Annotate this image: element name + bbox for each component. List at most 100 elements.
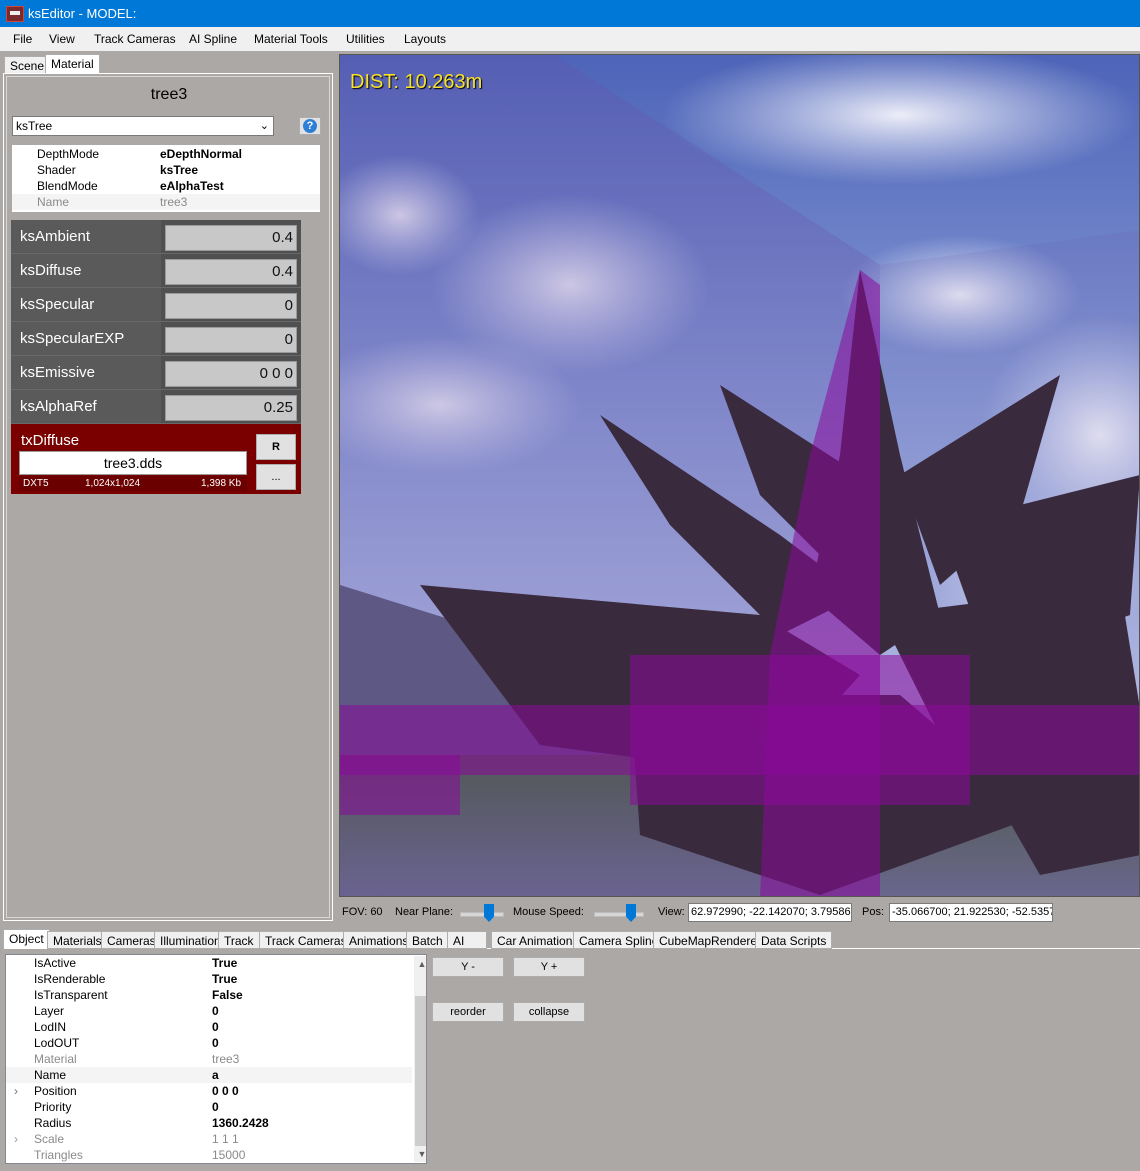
- prop-value: eAlphaTest: [160, 179, 224, 193]
- mouse-speed-label: Mouse Speed:: [513, 906, 584, 918]
- mouse-speed-slider-thumb[interactable]: [626, 904, 636, 922]
- collapse-button[interactable]: collapse: [513, 1002, 585, 1022]
- title-bar: ksEditor - MODEL:: [0, 0, 1140, 27]
- tab-car-animations[interactable]: Car Animations: [491, 931, 585, 949]
- near-plane-slider-thumb[interactable]: [484, 904, 494, 922]
- var-value-input[interactable]: 0: [165, 293, 297, 319]
- tab-materials[interactable]: Materials: [47, 931, 108, 949]
- var-value-input[interactable]: 0 0 0: [165, 361, 297, 387]
- var-row-ksalpharef: ksAlphaRef 0.25: [11, 390, 301, 424]
- tab-material[interactable]: Material: [45, 54, 100, 74]
- viewport-scene: [340, 55, 1139, 896]
- tab-data-scripts[interactable]: Data Scripts: [755, 931, 833, 949]
- window-title: ksEditor - MODEL:: [28, 6, 137, 21]
- menu-bar: File View Track Cameras AI Spline Materi…: [0, 27, 1140, 51]
- obj-row-priority[interactable]: Priority 0: [6, 1099, 412, 1115]
- scroll-down-icon[interactable]: ▼: [414, 1146, 426, 1162]
- texture-slot: txDiffuse tree3.dds DXT5 1,024x1,024 1,3…: [11, 424, 301, 494]
- prop-key: Shader: [37, 163, 76, 177]
- scrollbar-thumb[interactable]: [415, 996, 426, 1146]
- texture-browse-button[interactable]: ...: [256, 464, 296, 490]
- tab-illumination[interactable]: Illumination: [154, 931, 227, 949]
- texture-file-field[interactable]: tree3.dds: [19, 451, 247, 475]
- texture-bytes: 1,398 Kb: [201, 478, 242, 489]
- texture-info: DXT5 1,024x1,024 1,398 Kb: [19, 476, 247, 491]
- obj-row-triangles[interactable]: Triangles 15000: [6, 1147, 412, 1163]
- var-value-input[interactable]: 0.4: [165, 259, 297, 285]
- menu-view[interactable]: View: [49, 32, 75, 46]
- tab-object[interactable]: Object: [3, 929, 50, 949]
- tab-animations[interactable]: Animations: [343, 931, 415, 949]
- reorder-button[interactable]: reorder: [432, 1002, 504, 1022]
- menu-file[interactable]: File: [13, 32, 32, 46]
- prop-row-name[interactable]: Name tree3: [12, 194, 320, 210]
- material-name: tree3: [150, 86, 188, 103]
- pos-label: Pos:: [862, 906, 885, 918]
- obj-row-scale[interactable]: › Scale 1 1 1: [6, 1131, 412, 1147]
- texture-format: DXT5: [23, 478, 49, 489]
- menu-utilities[interactable]: Utilities: [346, 32, 385, 46]
- material-property-grid: DepthMode eDepthNormal Shader ksTree Ble…: [12, 145, 320, 212]
- tab-batch[interactable]: Batch: [406, 931, 449, 949]
- pos-field[interactable]: -35.066700; 21.922530; -52.5357: [889, 903, 1053, 922]
- tab-track-cameras[interactable]: Track Cameras: [259, 931, 353, 949]
- obj-row-material[interactable]: Material tree3: [6, 1051, 412, 1067]
- scroll-up-icon[interactable]: ▲: [414, 956, 426, 972]
- expand-chevron-icon[interactable]: ›: [14, 1131, 18, 1147]
- 3d-viewport[interactable]: DIST: 10.263m: [339, 54, 1140, 897]
- var-row-ksemissive: ksEmissive 0 0 0: [11, 356, 301, 390]
- shader-select-value: ksTree: [16, 119, 53, 133]
- mouse-speed-slider[interactable]: [594, 904, 644, 924]
- var-label: ksAlphaRef: [20, 398, 97, 415]
- y-minus-button[interactable]: Y -: [432, 957, 504, 977]
- view-field[interactable]: 62.972990; -22.142070; 3.795868: [688, 903, 852, 922]
- expand-chevron-icon[interactable]: ›: [14, 1083, 18, 1099]
- prop-key: BlendMode: [37, 179, 98, 193]
- obj-row-layer[interactable]: Layer 0: [6, 1003, 412, 1019]
- texture-size: 1,024x1,024: [85, 478, 141, 489]
- menu-track-cameras[interactable]: Track Cameras: [94, 32, 176, 46]
- obj-row-istransparent[interactable]: IsTransparent False: [6, 987, 412, 1003]
- menu-material-tools[interactable]: Material Tools: [254, 32, 328, 46]
- var-row-ksspecularexp: ksSpecularEXP 0: [11, 322, 301, 356]
- obj-row-isactive[interactable]: IsActive True: [6, 955, 412, 971]
- var-label: ksEmissive: [20, 364, 96, 381]
- var-value-input[interactable]: 0: [165, 327, 297, 353]
- var-row-ksambient: ksAmbient 0.4: [11, 220, 301, 254]
- object-grid-scrollbar[interactable]: ▲ ▼: [414, 956, 426, 1162]
- var-label: ksSpecularEXP: [20, 330, 125, 347]
- near-plane-label: Near Plane:: [395, 906, 454, 918]
- object-property-grid: IsActive True IsRenderable True IsTransp…: [5, 954, 427, 1164]
- help-button[interactable]: ?: [299, 117, 321, 135]
- var-label: ksAmbient: [20, 228, 91, 245]
- shader-select[interactable]: ksTree ⌄: [12, 116, 274, 136]
- prop-row-blendmode[interactable]: BlendMode eAlphaTest: [12, 178, 320, 194]
- var-row-ksdiffuse: ksDiffuse 0.4: [11, 254, 301, 288]
- obj-row-radius[interactable]: Radius 1360.2428: [6, 1115, 412, 1131]
- tab-cubemaprenderer[interactable]: CubeMapRenderer: [653, 931, 768, 949]
- var-value-input[interactable]: 0.4: [165, 225, 297, 251]
- var-value-input[interactable]: 0.25: [165, 395, 297, 421]
- obj-row-name[interactable]: Name a: [6, 1067, 412, 1083]
- obj-row-isrenderable[interactable]: IsRenderable True: [6, 971, 412, 987]
- tab-ai[interactable]: AI: [447, 931, 487, 949]
- prop-row-depthmode[interactable]: DepthMode eDepthNormal: [12, 146, 320, 162]
- tab-cameras[interactable]: Cameras: [101, 931, 162, 949]
- obj-row-lodout[interactable]: LodOUT 0: [6, 1035, 412, 1051]
- obj-row-lodin[interactable]: LodIN 0: [6, 1019, 412, 1035]
- var-label: ksDiffuse: [20, 262, 82, 279]
- near-plane-slider[interactable]: [460, 904, 504, 924]
- prop-key: Name: [37, 195, 70, 209]
- prop-value: eDepthNormal: [160, 147, 243, 161]
- tab-track[interactable]: Track: [218, 931, 260, 949]
- obj-row-position[interactable]: › Position 0 0 0: [6, 1083, 412, 1099]
- menu-ai-spline[interactable]: AI Spline: [189, 32, 237, 46]
- app-icon: [6, 6, 24, 22]
- menu-layouts[interactable]: Layouts: [404, 32, 446, 46]
- texture-reset-button[interactable]: R: [256, 434, 296, 460]
- y-plus-button[interactable]: Y +: [513, 957, 585, 977]
- tab-camera-spline[interactable]: Camera Spline: [573, 931, 665, 949]
- prop-row-shader[interactable]: Shader ksTree: [12, 162, 320, 178]
- prop-key: DepthMode: [37, 147, 100, 161]
- tab-scene[interactable]: Scene: [4, 56, 51, 74]
